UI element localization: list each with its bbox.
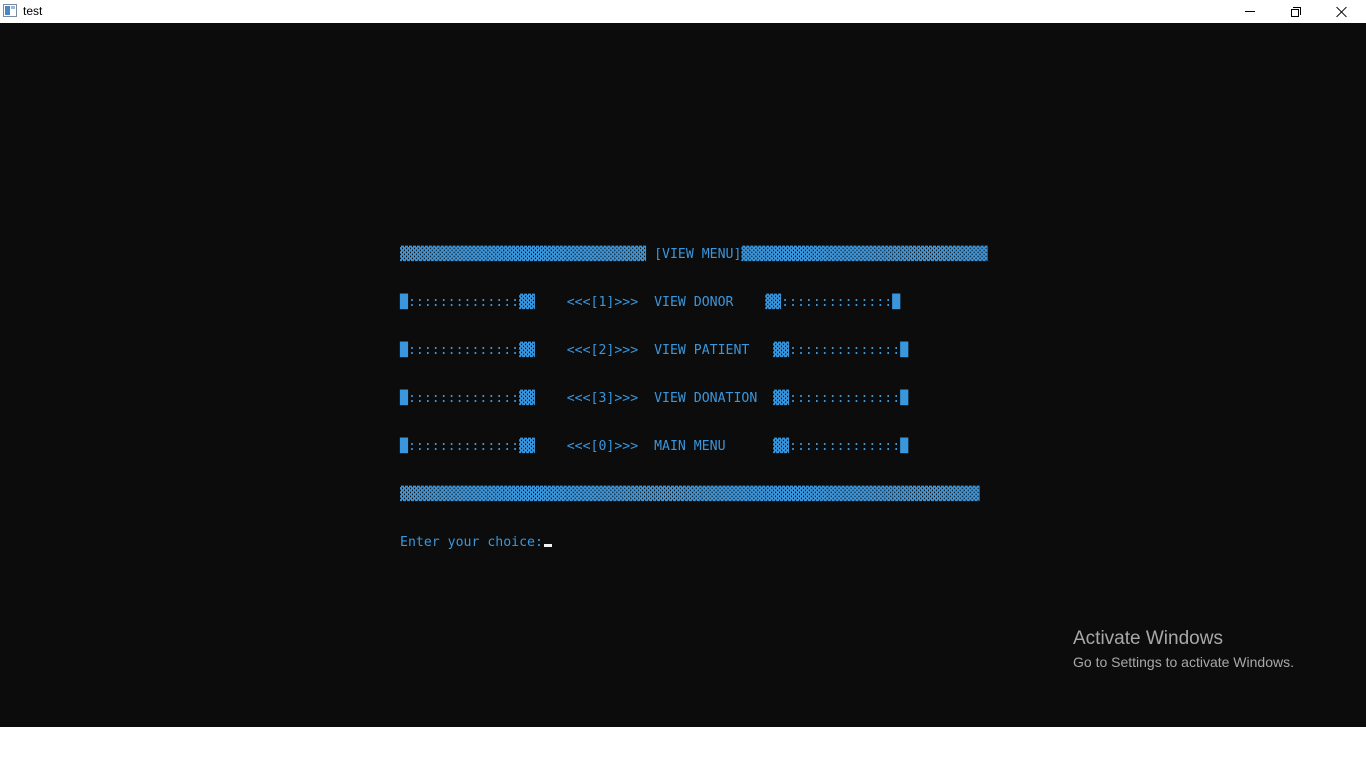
bottom-strip <box>0 727 1366 768</box>
minimize-button[interactable] <box>1227 0 1273 23</box>
choice-prompt[interactable]: Enter your choice: <box>400 535 552 551</box>
menu-option-view-donation: █::::::::::::::▓▓ <<<[3]>>> VIEW DONATIO… <box>400 391 909 406</box>
console-area[interactable]: ▓▓▓▓▓▓▓▓▓▓▓▓▓▓▓▓▓▓▓▓▓▓▓▓▓▓▓▓▓▓▓ [VIEW ME… <box>0 23 1366 727</box>
watermark-title: Activate Windows <box>1073 628 1223 649</box>
view-menu-header: ▓▓▓▓▓▓▓▓▓▓▓▓▓▓▓▓▓▓▓▓▓▓▓▓▓▓▓▓▓▓▓ [VIEW ME… <box>400 247 988 262</box>
window-title: test <box>23 4 43 18</box>
prompt-label: Enter your choice: <box>400 535 543 550</box>
watermark-subtitle: Go to Settings to activate Windows. <box>1073 654 1294 670</box>
restore-icon <box>1291 6 1301 17</box>
close-button[interactable] <box>1319 0 1365 23</box>
menu-option-view-patient: █::::::::::::::▓▓ <<<[2]>>> VIEW PATIENT… <box>400 343 909 358</box>
menu-option-main-menu: █::::::::::::::▓▓ <<<[0]>>> MAIN MENU ▓▓… <box>400 439 909 454</box>
menu-option-view-donor: █::::::::::::::▓▓ <<<[1]>>> VIEW DONOR ▓… <box>400 295 901 310</box>
text-cursor <box>543 544 552 547</box>
title-bar: test <box>0 0 1366 23</box>
activate-windows-watermark: Activate Windows Go to Settings to activ… <box>1073 627 1294 673</box>
console-window-icon[interactable] <box>3 4 17 17</box>
minimize-icon <box>1245 11 1255 12</box>
close-icon <box>1336 6 1348 18</box>
restore-button[interactable] <box>1273 0 1319 23</box>
view-menu-footer: ▓▓▓▓▓▓▓▓▓▓▓▓▓▓▓▓▓▓▓▓▓▓▓▓▓▓▓▓▓▓▓▓▓▓▓▓▓▓▓▓… <box>400 487 980 502</box>
